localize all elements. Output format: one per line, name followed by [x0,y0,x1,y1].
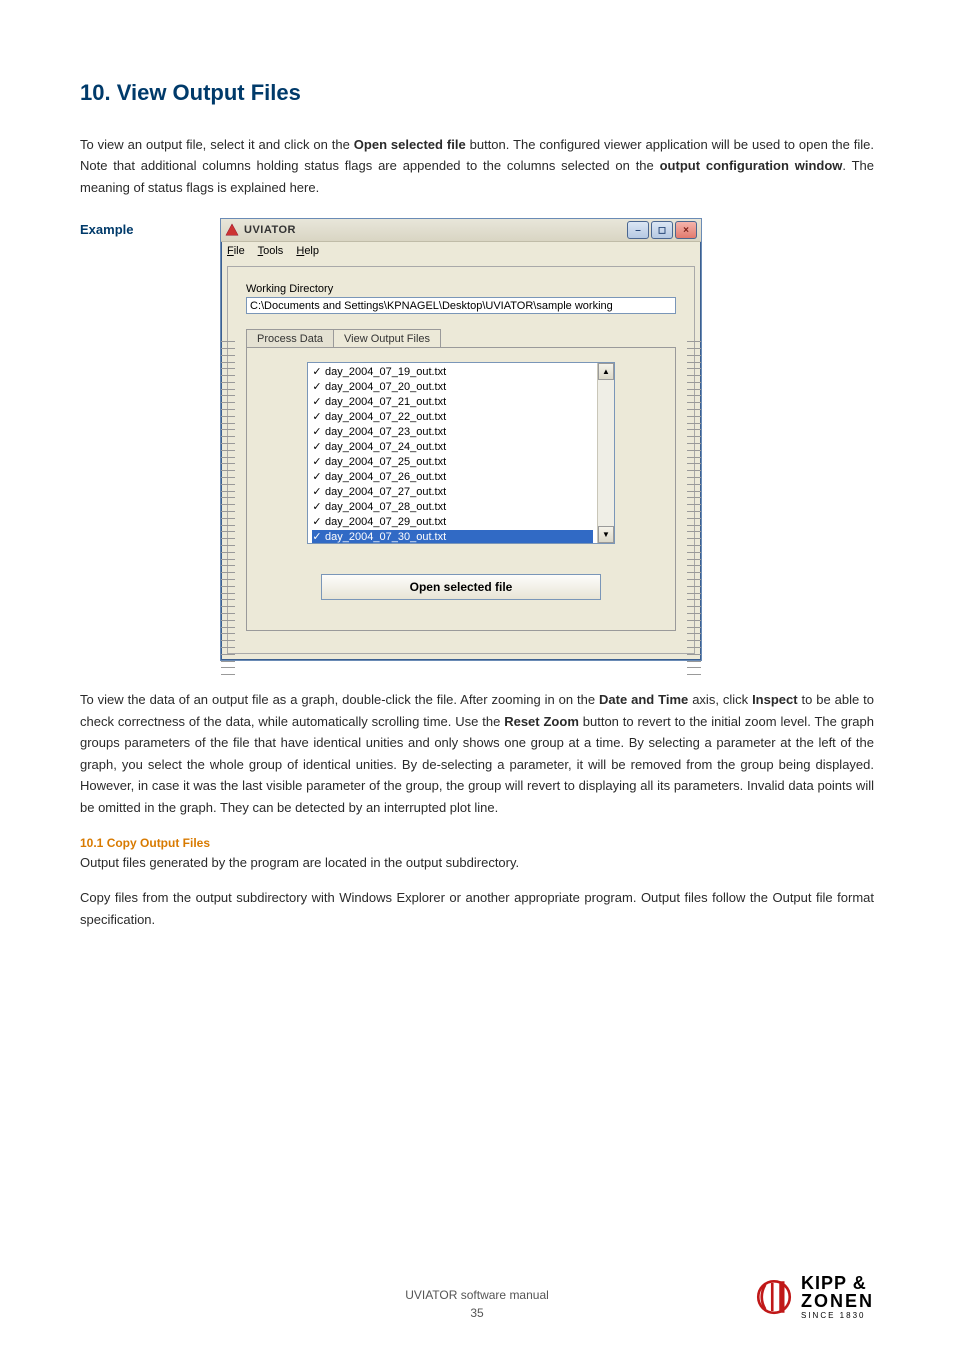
list-item[interactable]: ✓ day_2004_07_23_out.txt [312,425,593,440]
subsection-heading: 10.1 Copy Output Files [80,836,874,850]
logo-line-1: KIPP & [801,1274,874,1292]
output-config-window-ref: output configuration window [660,158,843,173]
scroll-up-button[interactable]: ▲ [598,363,614,380]
list-item[interactable]: ✓ day_2004_07_27_out.txt [312,485,593,500]
tab-view-output-files[interactable]: View Output Files [333,329,441,348]
decor-left [221,337,235,677]
example-label: Example [80,218,220,237]
client-area: Working Directory Process Data View Outp… [227,266,695,654]
working-dir-input[interactable] [246,297,676,314]
scroll-down-button[interactable]: ▼ [598,526,614,543]
list-item[interactable]: ✓ day_2004_07_26_out.txt [312,470,593,485]
list-item[interactable]: ✓ day_2004_07_20_out.txt [312,380,593,395]
minimize-button[interactable]: – [627,221,649,239]
section-heading: 10. View Output Files [80,80,874,106]
inspect-ref: Inspect [752,692,798,707]
logo-icon [753,1276,795,1318]
menubar: File Tools Help [221,242,701,260]
list-item[interactable]: ✓ day_2004_07_29_out.txt [312,515,593,530]
sub-paragraph-1: Output files generated by the program ar… [80,852,874,873]
scrollbar[interactable]: ▲ ▼ [597,363,614,543]
list-item[interactable]: ✓ day_2004_07_24_out.txt [312,440,593,455]
app-icon [225,223,239,237]
sub-paragraph-2: Copy files from the output subdirectory … [80,887,874,930]
list-item[interactable]: ✓ day_2004_07_19_out.txt [312,365,593,380]
open-selected-file-button[interactable]: Open selected file [321,574,601,600]
footer: UVIATOR software manual 35 KIPP & ZONEN … [80,1288,874,1320]
graph-paragraph: To view the data of an output file as a … [80,689,874,818]
menu-file[interactable]: File [227,245,245,257]
text: To view an output file, select it and cl… [80,137,354,152]
maximize-button[interactable]: ◻ [651,221,673,239]
logo-line-3: SINCE 1830 [801,1312,874,1320]
list-item[interactable]: ✓ day_2004_07_22_out.txt [312,410,593,425]
open-selected-file-ref: Open selected file [354,137,466,152]
tab-panel: ✓ day_2004_07_19_out.txt✓ day_2004_07_20… [246,347,676,631]
close-button[interactable]: × [675,221,697,239]
text: axis, click [688,692,752,707]
file-listbox[interactable]: ✓ day_2004_07_19_out.txt✓ day_2004_07_20… [307,362,615,544]
tabs: Process Data View Output Files [246,328,676,347]
list-item[interactable]: ✓ day_2004_07_30_out.txt [312,530,593,543]
uviator-window: UVIATOR – ◻ × File Tools Help [220,218,702,661]
menu-tools[interactable]: Tools [258,245,284,257]
logo-line-2: ZONEN [801,1292,874,1310]
list-item[interactable]: ✓ day_2004_07_28_out.txt [312,500,593,515]
app-title: UVIATOR [244,224,296,236]
decor-right [687,337,701,677]
reset-zoom-ref: Reset Zoom [504,714,579,729]
list-item[interactable]: ✓ day_2004_07_25_out.txt [312,455,593,470]
titlebar: UVIATOR – ◻ × [221,219,701,242]
working-dir-label: Working Directory [246,283,676,295]
list-item[interactable]: ✓ day_2004_07_21_out.txt [312,395,593,410]
text: To view the data of an output file as a … [80,692,599,707]
scroll-track[interactable] [598,380,614,526]
menu-help[interactable]: Help [296,245,319,257]
intro-paragraph: To view an output file, select it and cl… [80,134,874,198]
kipp-zonen-logo: KIPP & ZONEN SINCE 1830 [753,1274,874,1320]
tab-process-data[interactable]: Process Data [246,329,334,348]
date-time-ref: Date and Time [599,692,688,707]
